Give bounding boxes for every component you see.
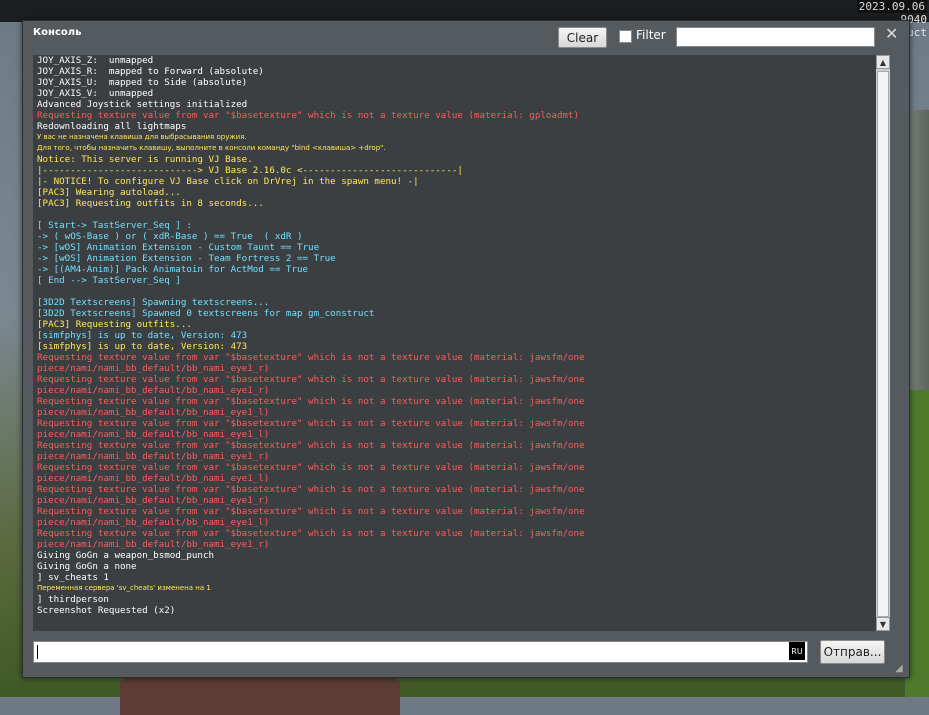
log-line: piece/nami/nami_bb_default/bb_nami_eye1_…	[37, 473, 270, 484]
log-line: piece/nami/nami_bb_default/bb_nami_eye1_…	[37, 407, 270, 418]
log-line: Requesting texture value from var "$base…	[37, 374, 585, 385]
watermark-date: 2023.09.06	[856, 0, 927, 13]
log-line: [ Start-> TastServer_Seq ] :	[37, 220, 192, 231]
log-line: Для того, чтобы назначить клавишу, выпол…	[37, 144, 386, 152]
log-line: Requesting texture value from var "$base…	[37, 462, 585, 473]
log-line: Переменная сервера 'sv_cheats' изменена …	[37, 584, 211, 592]
log-line: Requesting texture value from var "$base…	[37, 352, 585, 363]
log-line: [PAC3] Requesting outfits...	[37, 319, 192, 330]
log-line: Requesting texture value from var "$base…	[37, 418, 585, 429]
log-line: piece/nami/nami_bb_default/bb_nami_eye1_…	[37, 429, 270, 440]
log-line: JOY_AXIS_R: mapped to Forward (absolute)	[37, 66, 264, 77]
log-line: [simfphys] is up to date, Version: 473	[37, 341, 248, 352]
game-top-strip	[0, 0, 929, 22]
log-line: Requesting texture value from var "$base…	[37, 506, 585, 517]
log-line: piece/nami/nami_bb_default/bb_nami_eye1_…	[37, 539, 270, 550]
log-line: |- NOTICE! To configure VJ Base click on…	[37, 176, 419, 187]
input-language-badge: RU	[789, 642, 805, 660]
console-title: Консоль	[33, 27, 82, 38]
log-line: [3D2D Textscreens] Spawning textscreens.…	[37, 297, 270, 308]
log-line: [3D2D Textscreens] Spawned 0 textscreens…	[37, 308, 375, 319]
log-line: ] thirdperson	[37, 594, 109, 605]
log-line: piece/nami/nami_bb_default/bb_nami_eye1_…	[37, 363, 270, 374]
clear-button[interactable]: Clear	[558, 27, 607, 48]
log-line: Advanced Joystick settings initialized	[37, 99, 248, 110]
log-line: JOY_AXIS_Z: unmapped	[37, 55, 154, 66]
text-caret	[37, 645, 38, 659]
log-line: [PAC3] Wearing autoload...	[37, 187, 181, 198]
filter-input[interactable]	[676, 27, 875, 47]
command-input[interactable]	[33, 641, 808, 663]
log-line: -> [wOS] Animation Extension - Team Fort…	[37, 253, 336, 264]
log-line: Requesting texture value from var "$base…	[37, 396, 585, 407]
log-line: -> [(AM4-Anim)] Pack Animatoin for ActMo…	[37, 264, 309, 275]
console-window: Консоль Clear Filter ✕ JOY_AXIS_Z: unmap…	[22, 20, 910, 678]
send-button[interactable]: Отправ...	[820, 640, 885, 664]
scroll-down-arrow-icon[interactable]: ▼	[876, 617, 890, 631]
log-line: |----------------------------> VJ Base 2…	[37, 165, 463, 176]
log-line: Screenshot Requested (x2)	[37, 605, 176, 616]
log-line: JOY_AXIS_U: mapped to Side (absolute)	[37, 77, 248, 88]
log-line: [ End --> TastServer_Seq ]	[37, 275, 181, 286]
log-line: Requesting texture value from var "$base…	[37, 528, 585, 539]
log-line: Requesting texture value from var "$base…	[37, 110, 580, 121]
close-icon[interactable]: ✕	[885, 24, 898, 43]
resize-grip-icon[interactable]: ◢	[895, 663, 907, 675]
log-line: Requesting texture value from var "$base…	[37, 440, 585, 451]
log-line: piece/nami/nami_bb_default/bb_nami_eye1_…	[37, 517, 270, 528]
filter-checkbox[interactable]	[619, 30, 632, 43]
log-line: piece/nami/nami_bb_default/bb_nami_eye1_…	[37, 495, 270, 506]
log-line: У вас не назначена клавиша для выбрасыва…	[37, 133, 247, 141]
log-line: Requesting texture value from var "$base…	[37, 484, 585, 495]
log-line: Notice: This server is running VJ Base.	[37, 154, 253, 165]
log-line: [PAC3] Requesting outfits in 8 seconds..…	[37, 198, 264, 209]
scroll-thumb[interactable]	[877, 71, 889, 617]
log-line: JOY_AXIS_V: unmapped	[37, 88, 154, 99]
log-scrollbar[interactable]: ▲ ▼	[876, 55, 890, 631]
log-line: ] sv_cheats 1	[37, 572, 109, 583]
log-line: piece/nami/nami_bb_default/bb_nami_eye1_…	[37, 385, 270, 396]
scroll-up-arrow-icon[interactable]: ▲	[876, 55, 890, 69]
log-line: -> ( wOS-Base ) or ( xdR-Base ) == True …	[37, 231, 303, 242]
log-line: piece/nami/nami_bb_default/bb_nami_eye1_…	[37, 451, 270, 462]
log-line: Giving GoGn a weapon_bsmod_punch	[37, 550, 215, 561]
console-log[interactable]: JOY_AXIS_Z: unmapped JOY_AXIS_R: mapped t…	[33, 55, 880, 631]
log-line: [simfphys] is up to date, Version: 473	[37, 330, 248, 341]
filter-label: Filter	[636, 28, 666, 42]
log-line: -> [wOS] Animation Extension - Custom Ta…	[37, 242, 320, 253]
log-line: Giving GoGn a none	[37, 561, 137, 572]
log-line: Redownloading all lightmaps	[37, 121, 187, 132]
